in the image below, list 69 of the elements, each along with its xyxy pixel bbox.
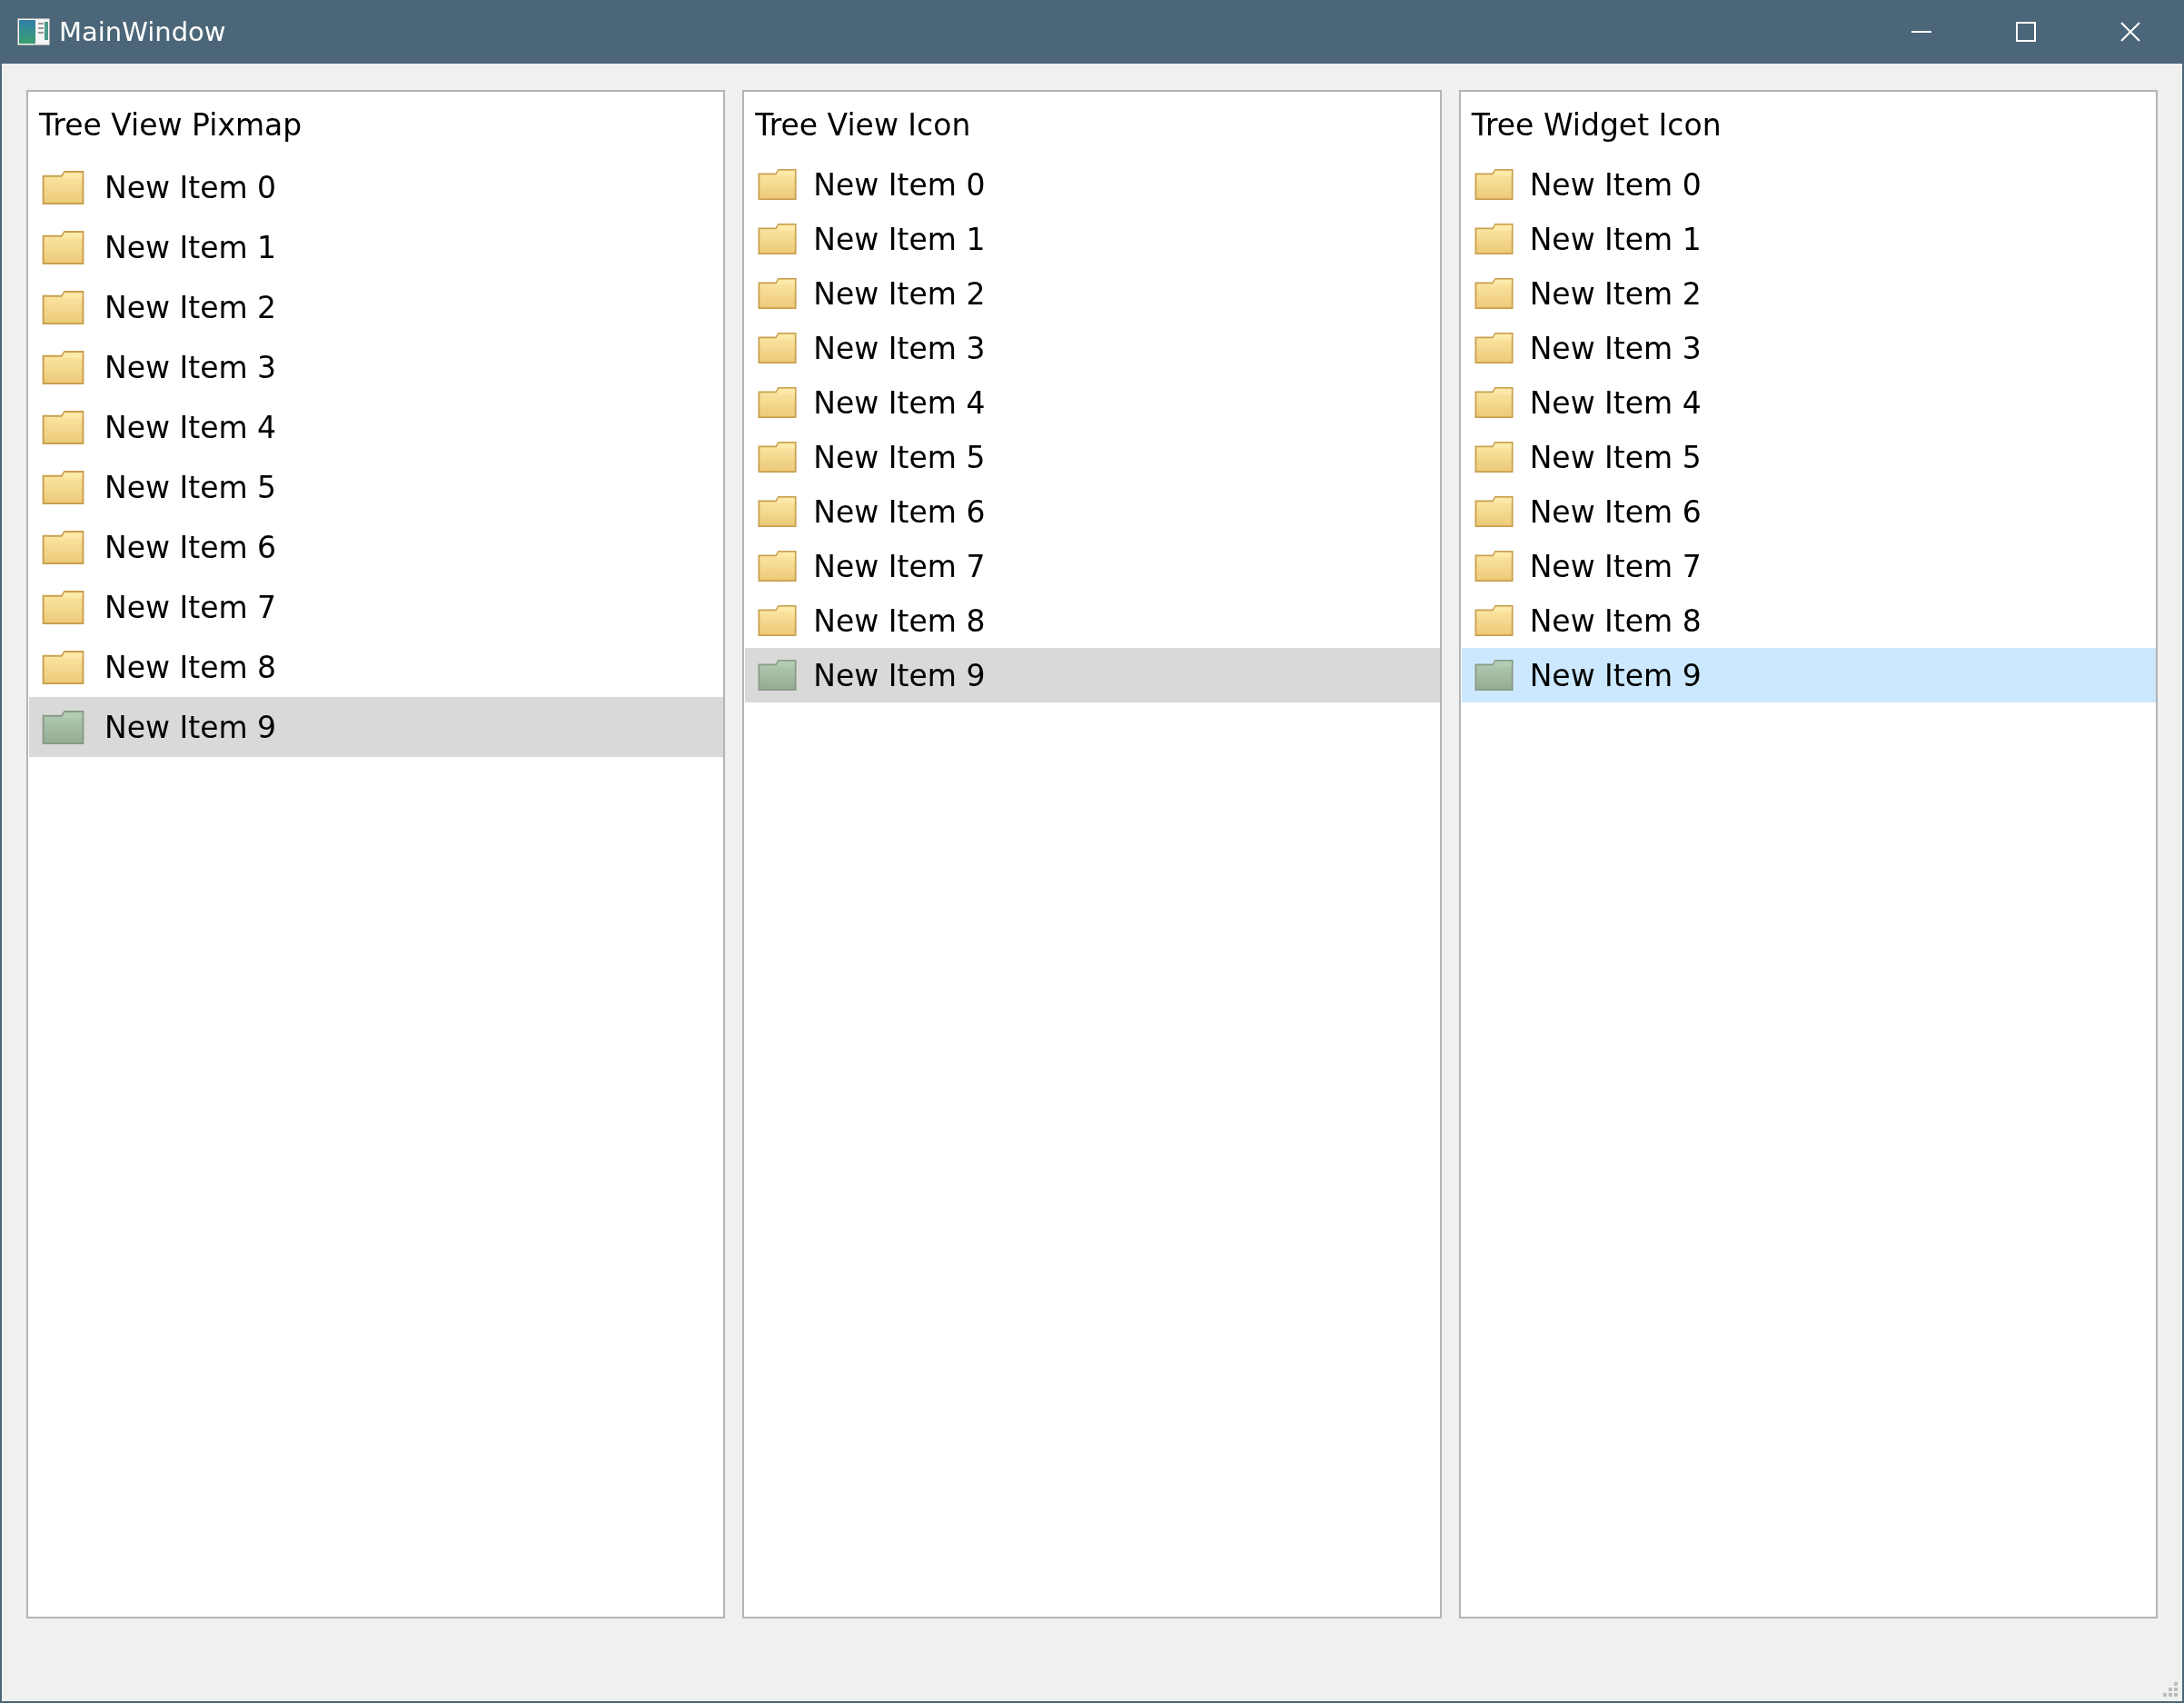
folder-icon — [42, 410, 85, 444]
folder-icon — [1474, 224, 1514, 254]
tree-item[interactable]: New Item 0 — [29, 157, 724, 217]
tree-item[interactable]: New Item 1 — [29, 217, 724, 277]
app-icon — [17, 18, 50, 45]
folder-icon — [42, 650, 85, 684]
tree-item[interactable]: New Item 6 — [745, 484, 1440, 539]
tree-item[interactable]: New Item 1 — [745, 212, 1440, 266]
folder-icon — [758, 387, 799, 418]
tree-item[interactable]: New Item 2 — [745, 266, 1440, 321]
tree-item[interactable]: New Item 1 — [1461, 212, 2156, 266]
tree-header: Tree View Pixmap — [38, 105, 303, 144]
folder-icon — [42, 710, 85, 744]
folder-icon — [758, 551, 799, 582]
window-title: MainWindow — [59, 16, 227, 47]
tree-item[interactable]: New Item 8 — [1461, 593, 2156, 648]
close-icon — [2119, 22, 2140, 42]
tree-item[interactable]: New Item 5 — [29, 457, 724, 517]
minimize-icon — [1911, 30, 1931, 34]
folder-icon — [1474, 660, 1514, 691]
tree-item[interactable]: New Item 0 — [1461, 157, 2156, 212]
folder-icon — [42, 470, 85, 504]
folder-icon — [758, 169, 799, 200]
tree-item[interactable]: New Item 7 — [29, 577, 724, 637]
maximize-icon — [2015, 22, 2036, 42]
tree-item[interactable]: New Item 5 — [745, 430, 1440, 484]
tree-item[interactable]: New Item 3 — [29, 337, 724, 397]
folder-icon — [42, 170, 85, 204]
tree-item[interactable]: New Item 4 — [29, 397, 724, 457]
folder-icon — [42, 590, 85, 624]
tree-header: Tree View Icon — [754, 105, 972, 144]
tree-item[interactable]: New Item 2 — [1461, 266, 2156, 321]
tree-item[interactable]: New Item 0 — [745, 157, 1440, 212]
folder-icon — [42, 350, 85, 384]
tree-item[interactable]: New Item 5 — [1461, 430, 2156, 484]
tree-item[interactable]: New Item 3 — [745, 321, 1440, 375]
folder-icon — [758, 333, 799, 364]
folder-icon — [1474, 551, 1514, 582]
folder-icon — [1474, 278, 1514, 309]
folder-icon — [42, 230, 85, 264]
folder-icon — [42, 530, 85, 564]
tree-item[interactable]: New Item 7 — [745, 539, 1440, 593]
folder-icon — [758, 660, 799, 691]
tree-item[interactable]: New Item 9 — [1461, 648, 2156, 702]
folder-icon — [42, 290, 85, 324]
tree-item[interactable]: New Item 3 — [1461, 321, 2156, 375]
folder-icon — [1474, 387, 1514, 418]
folder-icon — [758, 442, 799, 473]
folder-icon — [758, 496, 799, 527]
resize-grip-icon[interactable] — [2162, 1681, 2179, 1698]
tree-item[interactable]: New Item 8 — [29, 637, 724, 697]
tree-item[interactable]: New Item 2 — [29, 277, 724, 337]
tree-item[interactable]: New Item 7 — [1461, 539, 2156, 593]
folder-icon — [758, 605, 799, 636]
folder-icon — [1474, 496, 1514, 527]
folder-icon — [1474, 169, 1514, 200]
tree-header: Tree Widget Icon — [1470, 105, 1722, 144]
folder-icon — [1474, 442, 1514, 473]
tree-item[interactable]: New Item 9 — [745, 648, 1440, 702]
tree-item[interactable]: New Item 6 — [1461, 484, 2156, 539]
folder-icon — [1474, 333, 1514, 364]
folder-icon — [758, 224, 799, 254]
tree-item[interactable]: New Item 4 — [745, 375, 1440, 430]
tree-item[interactable]: New Item 6 — [29, 517, 724, 577]
folder-icon — [1474, 605, 1514, 636]
folder-icon — [758, 278, 799, 309]
tree-item[interactable]: New Item 9 — [29, 697, 724, 757]
tree-item[interactable]: New Item 4 — [1461, 375, 2156, 430]
tree-item[interactable]: New Item 8 — [745, 593, 1440, 648]
